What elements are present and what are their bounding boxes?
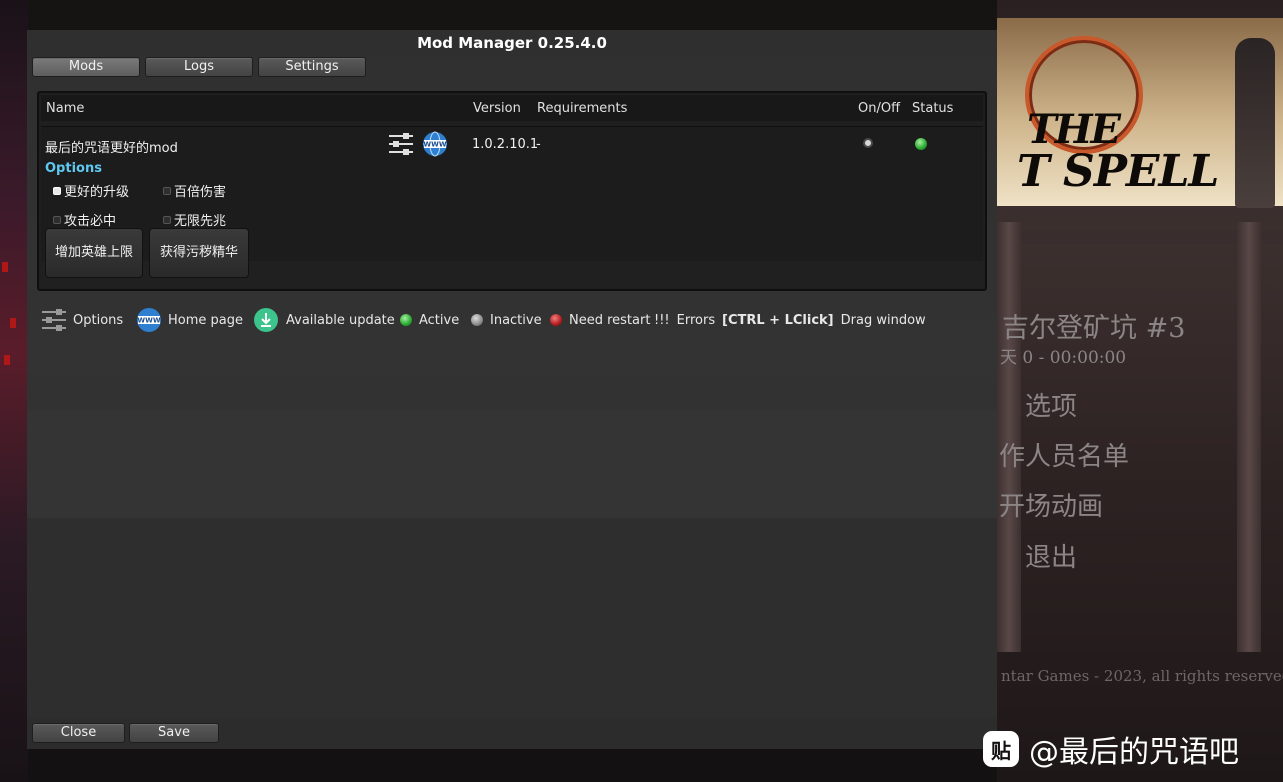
close-button[interactable]: Close — [32, 723, 125, 743]
legend-home-page: WWW Home page — [136, 307, 243, 333]
option-checkbox-infinite-omen[interactable]: 无限先兆 — [163, 210, 226, 229]
game-day-time: 天 0 - 00:00:00 — [1000, 348, 1127, 368]
option-checkbox-hundred-damage[interactable]: 百倍伤害 — [163, 181, 226, 200]
legend-active: Active — [400, 307, 459, 333]
header-name[interactable]: Name — [46, 101, 84, 116]
legend-errors-label: Errors — [676, 312, 716, 328]
window-empty-area — [27, 410, 997, 520]
option-label: 百倍伤害 — [174, 185, 227, 200]
legend-shortcut: [CTRL + LClick] Drag window — [722, 307, 926, 333]
need-restart-status-icon — [550, 314, 562, 326]
game-title-art: THE T SPELL — [997, 18, 1283, 208]
header-onoff[interactable]: On/Off — [858, 101, 900, 116]
svg-text:WWW: WWW — [423, 141, 446, 149]
statue-figure — [1235, 38, 1275, 208]
shortcut-description: Drag window — [840, 312, 926, 328]
save-button[interactable]: Save — [129, 723, 219, 743]
sliders-options-icon — [42, 309, 66, 331]
svg-text:WWW: WWW — [137, 317, 160, 325]
game-copyright: ntar Games - 2023, all rights reserved — [1001, 667, 1283, 685]
window-title: Mod Manager 0.25.4.0 — [417, 34, 607, 52]
pillar-right — [1237, 222, 1261, 652]
game-menu-quit[interactable]: 退出 — [1025, 537, 1077, 574]
sliders-options-icon[interactable] — [388, 131, 414, 157]
option-checkbox-always-hit[interactable]: 攻击必中 — [53, 210, 116, 229]
header-version[interactable]: Version — [473, 101, 521, 116]
tieba-watermark: 贴 @最后的咒语吧 — [983, 727, 1239, 771]
mod-status-active-icon — [915, 138, 927, 150]
legend-errors: !!! Errors — [654, 307, 715, 333]
checkbox-unchecked[interactable] — [53, 215, 61, 224]
shortcut-keys: [CTRL + LClick] — [722, 312, 834, 328]
game-menu-options[interactable]: 选项 — [1025, 386, 1077, 423]
legend-active-label: Active — [419, 312, 460, 328]
game-background-left — [0, 0, 28, 782]
header-requirements[interactable]: Requirements — [537, 101, 627, 116]
legend-home-page-label: Home page — [168, 312, 243, 328]
mod-onoff-toggle[interactable] — [863, 138, 873, 148]
errors-icon: !!! — [654, 312, 670, 328]
option-label: 更好的升级 — [64, 185, 130, 200]
game-background-right: THE T SPELL 吉尔登矿坑 #3 天 0 - 00:00:00 选项 作… — [997, 0, 1283, 782]
legend-inactive-label: Inactive — [490, 312, 542, 328]
mod-manager-window[interactable]: Mod Manager 0.25.4.0 Mods Logs Settings … — [27, 30, 997, 749]
www-homepage-icon: WWW — [137, 308, 161, 332]
game-location-label: 吉尔登矿坑 #3 — [1002, 313, 1186, 344]
legend-need-restart: Need restart — [550, 307, 650, 333]
inactive-status-icon — [471, 314, 483, 326]
window-empty-area-lower — [27, 518, 997, 718]
legend-need-restart-label: Need restart — [569, 312, 651, 328]
get-essence-button[interactable]: 获得污秽精华 — [149, 228, 249, 278]
tieba-logo-icon: 贴 — [983, 731, 1019, 767]
mod-version: 1.0.2.10.1 — [472, 137, 539, 152]
mods-table: Name Version Requirements On/Off Status … — [37, 91, 987, 291]
legend-inactive: Inactive — [471, 307, 542, 333]
tab-mods[interactable]: Mods — [32, 57, 140, 77]
game-title-line2: T SPELL — [1017, 146, 1219, 197]
checkbox-unchecked[interactable] — [163, 215, 171, 224]
legend-options-label: Options — [73, 312, 124, 328]
option-label: 攻击必中 — [64, 214, 117, 229]
options-title: Options — [45, 161, 102, 176]
header-status[interactable]: Status — [912, 101, 953, 116]
game-menu-credits[interactable]: 作人员名单 — [999, 436, 1129, 473]
option-checkbox-better-upgrade[interactable]: 更好的升级 — [53, 181, 129, 200]
table-row: 最后的咒语更好的mod WWW 1.0.2.10.1 - Options 更好的… — [41, 126, 983, 287]
checkbox-checked[interactable] — [53, 186, 61, 195]
tab-settings[interactable]: Settings — [258, 57, 366, 77]
tab-logs[interactable]: Logs — [145, 57, 253, 77]
mod-requirements: - — [536, 137, 541, 152]
increase-hero-limit-button[interactable]: 增加英雄上限 — [45, 228, 143, 278]
watermark-text: @最后的咒语吧 — [1029, 735, 1239, 770]
option-label: 无限先兆 — [174, 214, 227, 229]
active-status-icon — [400, 314, 412, 326]
download-update-icon — [254, 308, 278, 332]
game-menu-intro[interactable]: 开场动画 — [999, 486, 1103, 523]
table-header: Name Version Requirements On/Off Status — [41, 95, 983, 121]
mod-name: 最后的咒语更好的mod — [45, 141, 178, 156]
legend-available-update: Available update — [253, 307, 395, 333]
www-homepage-icon[interactable]: WWW — [422, 131, 448, 157]
legend-options: Options — [41, 307, 123, 333]
checkbox-unchecked[interactable] — [163, 186, 171, 195]
legend-available-update-label: Available update — [286, 312, 395, 328]
